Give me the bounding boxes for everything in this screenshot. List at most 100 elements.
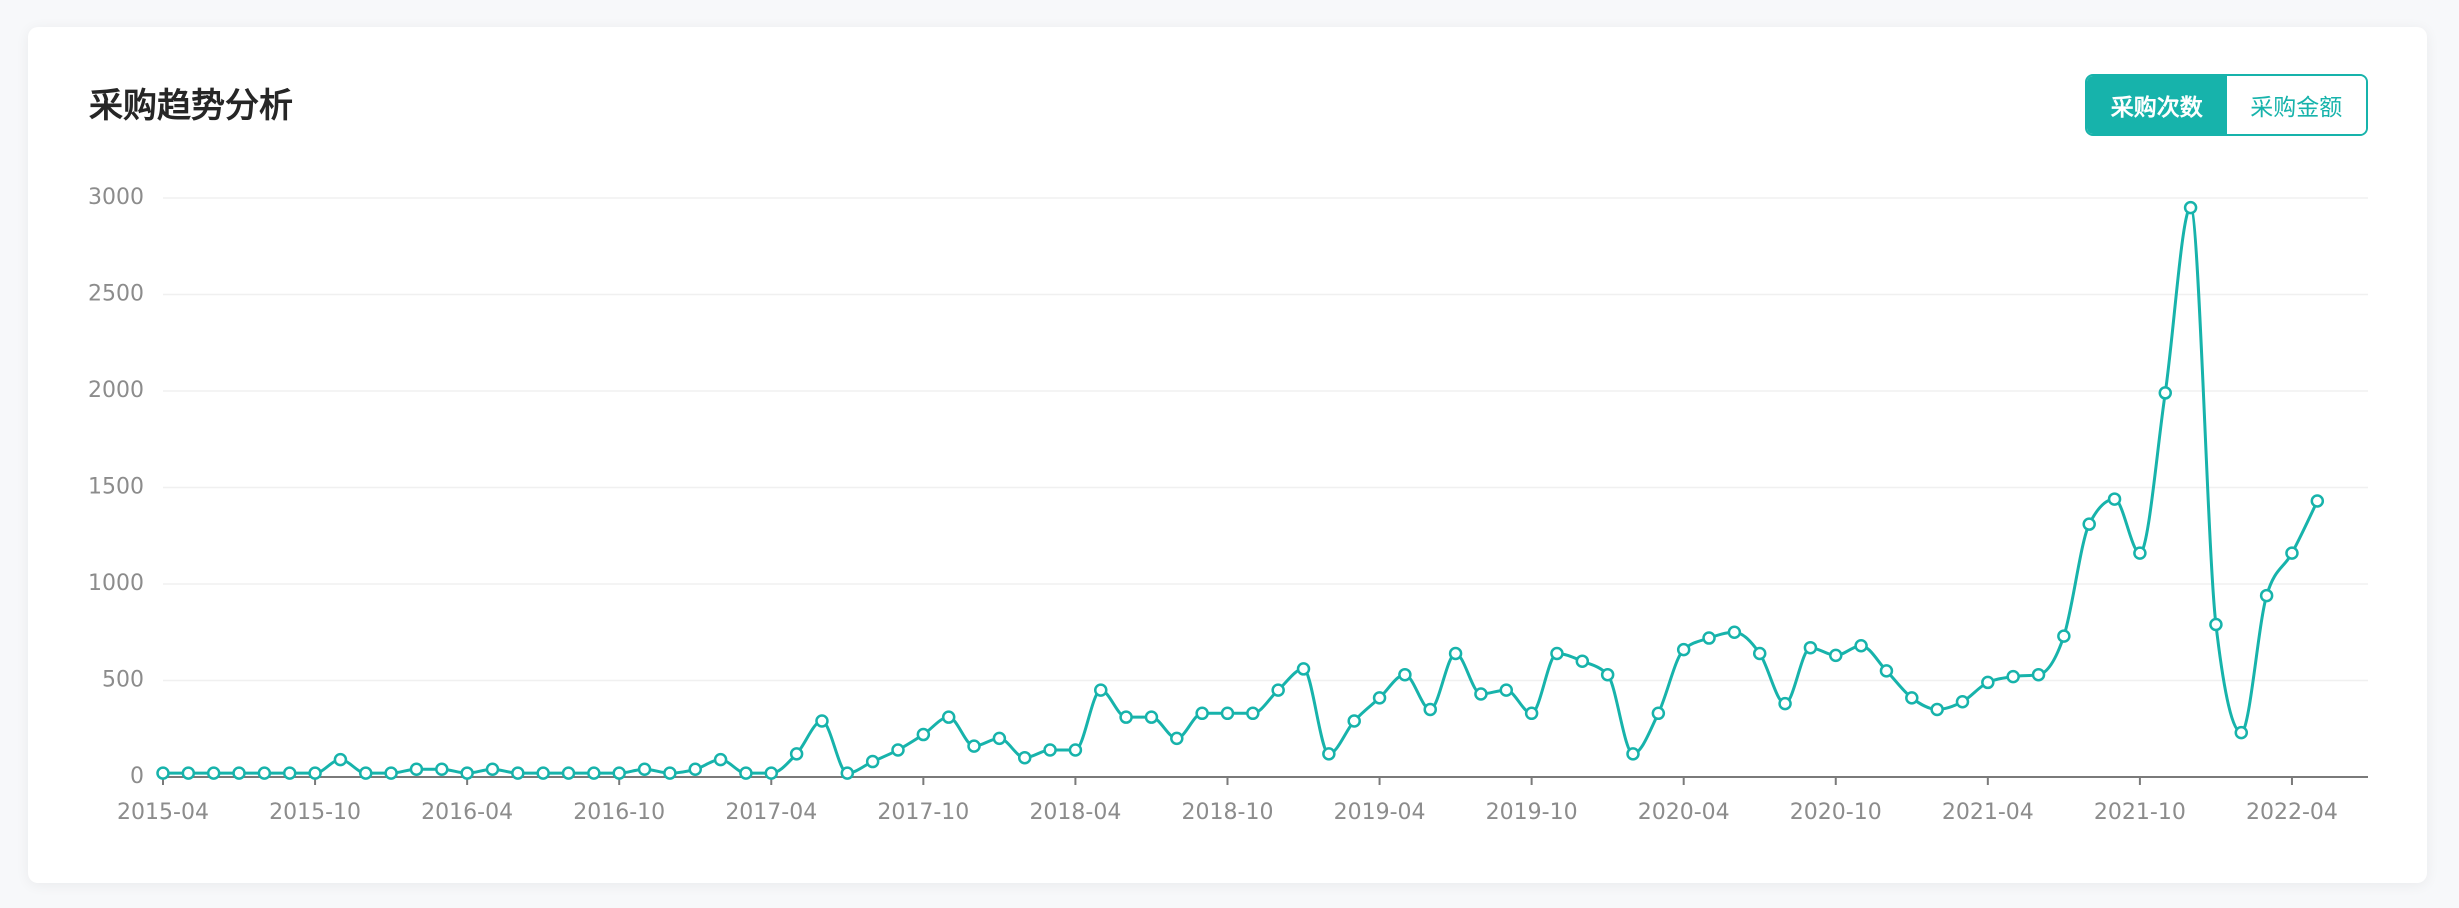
data-point[interactable] xyxy=(2209,617,2223,632)
y-tick-label: 1000 xyxy=(88,571,144,596)
data-point[interactable] xyxy=(485,762,500,777)
y-tick-label: 0 xyxy=(130,764,144,789)
data-point[interactable] xyxy=(1144,710,1159,724)
y-tick-label: 3000 xyxy=(88,185,144,210)
data-point[interactable] xyxy=(1575,654,1590,668)
data-point[interactable] xyxy=(409,762,424,777)
data-point[interactable] xyxy=(232,766,246,780)
data-point[interactable] xyxy=(1778,696,1792,711)
data-point[interactable] xyxy=(2133,546,2147,560)
data-point[interactable] xyxy=(1879,664,1894,678)
data-point[interactable] xyxy=(1322,747,1336,761)
y-axis-labels: 0 500 1000 1500 2000 2500 3000 xyxy=(88,185,144,789)
data-point[interactable] xyxy=(2031,667,2046,682)
data-point[interactable] xyxy=(1094,683,1108,697)
data-point[interactable] xyxy=(587,766,601,780)
data-point[interactable] xyxy=(2183,200,2198,215)
x-tick-label: 2015-04 xyxy=(117,800,209,825)
x-tick-label: 2016-04 xyxy=(421,800,513,825)
data-point[interactable] xyxy=(561,766,576,780)
data-point[interactable] xyxy=(206,766,221,780)
data-point[interactable] xyxy=(460,766,474,780)
x-tick-label: 2018-04 xyxy=(1029,800,1121,825)
data-point[interactable] xyxy=(156,766,170,780)
data-point[interactable] xyxy=(2082,517,2096,531)
y-tick-label: 2500 xyxy=(88,282,144,307)
data-point[interactable] xyxy=(1550,646,1564,661)
data-point[interactable] xyxy=(713,752,728,767)
data-point[interactable] xyxy=(384,766,398,780)
data-point[interactable] xyxy=(1474,687,1488,701)
data-point[interactable] xyxy=(1981,675,1995,690)
data-point[interactable] xyxy=(663,766,677,780)
data-point[interactable] xyxy=(789,747,804,761)
toggle-purchase-amount-button[interactable]: 采购金额 xyxy=(2226,76,2366,134)
data-point[interactable] xyxy=(1676,642,1691,657)
data-point[interactable] xyxy=(2107,492,2122,506)
data-point[interactable] xyxy=(1626,747,1640,761)
data-point[interactable] xyxy=(536,766,550,780)
data-point[interactable] xyxy=(2158,386,2172,400)
data-point[interactable] xyxy=(2234,725,2249,740)
data-point[interactable] xyxy=(1271,683,1285,697)
data-point[interactable] xyxy=(815,714,829,728)
data-point[interactable] xyxy=(1220,706,1235,721)
chart-title: 采购趋势分析 xyxy=(89,86,293,126)
data-point[interactable] xyxy=(1068,743,1083,757)
x-tick-label: 2021-04 xyxy=(1942,800,2034,825)
data-point[interactable] xyxy=(333,752,348,767)
data-point[interactable] xyxy=(1347,714,1361,728)
data-point[interactable] xyxy=(1854,639,1868,653)
data-point[interactable] xyxy=(739,766,753,780)
data-point[interactable] xyxy=(992,731,1007,746)
data-point[interactable] xyxy=(2310,494,2325,508)
data-point[interactable] xyxy=(1905,691,1919,705)
data-point[interactable] xyxy=(2006,669,2020,684)
data-point[interactable] xyxy=(1423,702,1437,717)
data-point[interactable] xyxy=(865,754,880,769)
data-point[interactable] xyxy=(1930,702,1944,717)
data-point[interactable] xyxy=(1499,683,1514,697)
x-tick-label: 2019-10 xyxy=(1486,800,1578,825)
data-point[interactable] xyxy=(688,762,702,777)
data-point[interactable] xyxy=(1246,706,1260,721)
data-point[interactable] xyxy=(1955,694,1970,709)
data-point[interactable] xyxy=(2057,629,2071,643)
data-point[interactable] xyxy=(612,766,626,780)
data-point[interactable] xyxy=(282,766,297,780)
data-point[interactable] xyxy=(1043,743,1057,757)
data-point[interactable] xyxy=(637,762,652,777)
data-point[interactable] xyxy=(1448,646,1463,661)
data-point[interactable] xyxy=(2285,546,2299,560)
data-point[interactable] xyxy=(941,710,956,724)
data-point[interactable] xyxy=(1195,706,1209,721)
data-point[interactable] xyxy=(1398,667,1412,682)
data-point[interactable] xyxy=(359,766,373,780)
x-tick-label: 2018-10 xyxy=(1182,800,1274,825)
data-point[interactable] xyxy=(1752,646,1767,661)
data-point[interactable] xyxy=(891,743,905,757)
data-point[interactable] xyxy=(1524,706,1539,721)
data-point[interactable] xyxy=(1651,706,1666,721)
data-point[interactable] xyxy=(1119,710,1133,724)
data-point[interactable] xyxy=(1803,640,1818,655)
data-point[interactable] xyxy=(1296,662,1311,676)
data-point[interactable] xyxy=(435,762,449,777)
data-point[interactable] xyxy=(2259,588,2274,603)
data-point[interactable] xyxy=(1600,667,1615,682)
data-point[interactable] xyxy=(1727,625,1742,639)
data-point[interactable] xyxy=(967,739,981,753)
data-point[interactable] xyxy=(1372,691,1387,705)
data-point[interactable] xyxy=(511,766,525,780)
data-point[interactable] xyxy=(308,766,322,780)
data-point[interactable] xyxy=(916,727,931,742)
data-point[interactable] xyxy=(764,766,779,780)
data-point[interactable] xyxy=(181,766,196,780)
data-point[interactable] xyxy=(840,766,855,780)
data-point[interactable] xyxy=(1829,648,1843,663)
toggle-purchase-count-button[interactable]: 采购次数 xyxy=(2087,76,2227,134)
data-point[interactable] xyxy=(257,766,272,780)
data-point[interactable] xyxy=(1702,631,1716,645)
data-point[interactable] xyxy=(1017,750,1032,765)
data-point[interactable] xyxy=(1170,731,1184,746)
